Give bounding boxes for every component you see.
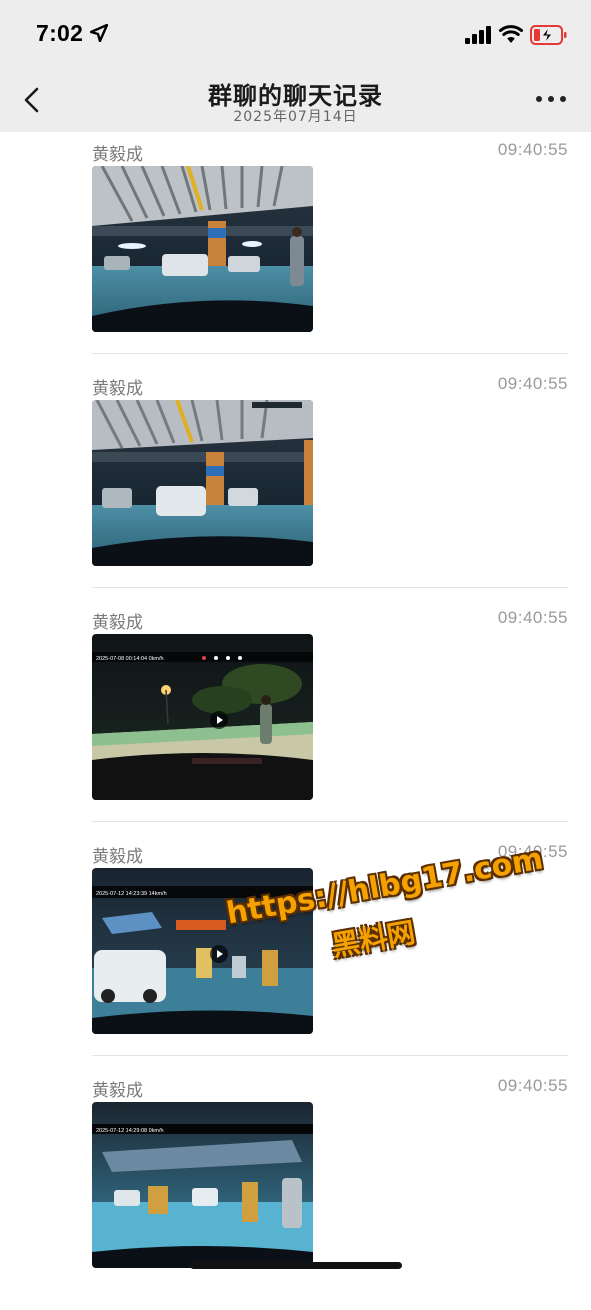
low-battery-charging-icon xyxy=(530,25,567,45)
video-thumbnail[interactable]: 2025-07-08 00:14:04 0km/h xyxy=(92,634,313,800)
home-indicator[interactable] xyxy=(190,1262,402,1269)
divider xyxy=(92,1055,568,1056)
video-overlay-text: 2025-07-12 14:23:39 14km/h xyxy=(96,891,167,897)
message-time: 09:40:55 xyxy=(497,608,568,627)
wifi-icon xyxy=(499,25,523,43)
image-thumbnail[interactable] xyxy=(92,166,313,332)
cellular-signal-icon xyxy=(465,26,491,44)
divider xyxy=(92,353,568,354)
sender-name: 黄毅成 xyxy=(92,847,143,867)
status-bar: 7:02 xyxy=(0,0,591,66)
ellipsis-icon[interactable] xyxy=(536,96,566,106)
message-time: 09:40:55 xyxy=(497,1076,568,1095)
image-overlay-text: 2025-07-12 14:29:08 0km/h xyxy=(96,1128,164,1134)
location-arrow-icon xyxy=(90,24,108,42)
sender-name: 黄毅成 xyxy=(92,613,143,633)
sender-name: 黄毅成 xyxy=(92,379,143,399)
message-item: 黄毅成 09:40:55 xyxy=(92,140,568,374)
page-date: 2025年07月14日 xyxy=(233,109,358,125)
play-icon[interactable] xyxy=(210,945,228,963)
video-overlay-text: 2025-07-08 00:14:04 0km/h xyxy=(96,656,164,662)
sender-name: 黄毅成 xyxy=(92,145,143,165)
image-thumbnail[interactable]: 2025-07-12 14:29:08 0km/h xyxy=(92,1102,313,1268)
navigation-bar: 群聊的聊天记录 2025年07月14日 xyxy=(0,66,591,132)
status-time: 7:02 xyxy=(36,20,84,46)
message-item: 黄毅成 09:40:55 2025-07-08 00:14:04 0km/h xyxy=(92,608,568,842)
sender-name: 黄毅成 xyxy=(92,1081,143,1101)
play-icon[interactable] xyxy=(210,711,228,729)
divider xyxy=(92,821,568,822)
image-thumbnail[interactable] xyxy=(92,400,313,566)
message-time: 09:40:55 xyxy=(497,374,568,393)
message-item: 黄毅成 09:40:55 2025-07-12 14:29:08 0km/h xyxy=(92,1076,568,1310)
message-time: 09:40:55 xyxy=(497,140,568,159)
divider xyxy=(92,587,568,588)
message-item: 黄毅成 09:40:55 xyxy=(92,374,568,608)
